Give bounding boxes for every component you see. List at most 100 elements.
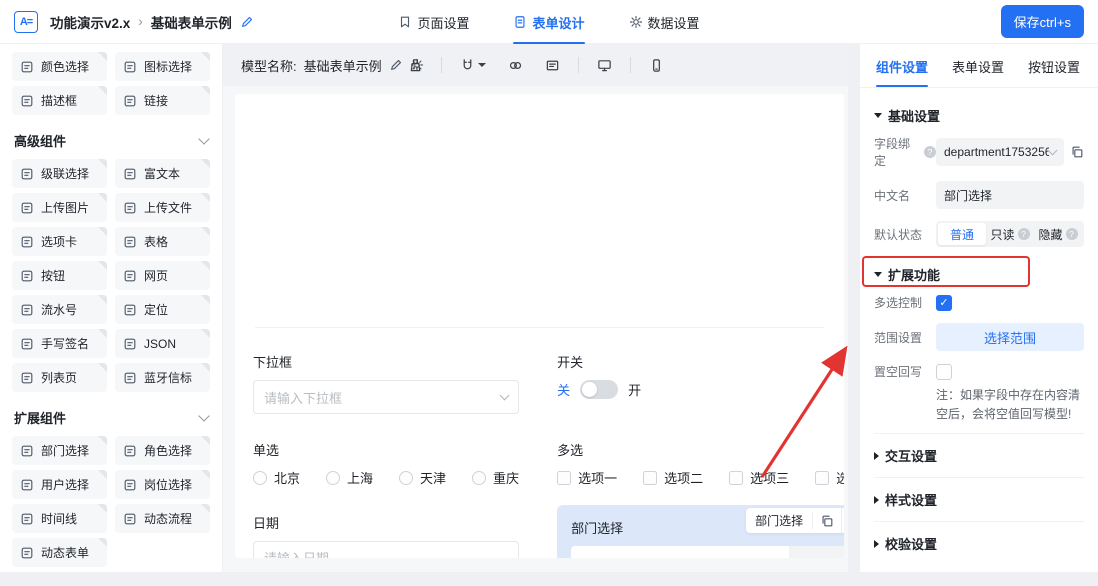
search-icon[interactable] <box>804 556 818 558</box>
switch-toggle[interactable] <box>580 380 619 399</box>
desktop-preview-icon[interactable] <box>593 54 616 77</box>
breadcrumb: 功能演示v2.x › 基础表单示例 <box>50 12 254 32</box>
select-range-button[interactable]: 选择范围 <box>936 323 1084 351</box>
settings-tab-1[interactable]: 表单设置 <box>952 44 1004 87</box>
dynamic-flow-icon <box>123 512 137 526</box>
sidebar-item-description-box[interactable]: 描述框 <box>12 86 107 115</box>
sidebar-item-list-page[interactable]: 列表页 <box>12 363 107 392</box>
multi-select-checkbox[interactable]: ✓ <box>936 294 952 311</box>
triangle-right-icon <box>874 539 879 548</box>
sidebar-item-upload-image[interactable]: 上传图片 <box>12 193 107 222</box>
edit-model-name-icon[interactable] <box>389 58 403 72</box>
sidebar-item-icon-picker[interactable]: 图标选择 <box>115 52 210 81</box>
department-input[interactable]: 请选择部门 <box>571 546 844 558</box>
sidebar-item-label: 动态流程 <box>144 512 193 526</box>
sidebar-item-label: 手写签名 <box>41 337 90 351</box>
checkbox-option[interactable]: 选项三 <box>729 468 789 487</box>
sidebar-item-bluetooth[interactable]: 蓝牙信标 <box>115 363 210 392</box>
sidebar-item-json[interactable]: JSON <box>115 329 210 358</box>
collapsed-section-交互设置[interactable]: 交互设置 <box>874 433 1084 477</box>
settings-tab-2[interactable]: 按钮设置 <box>1028 44 1080 87</box>
help-icon[interactable]: ? <box>924 146 936 158</box>
checkbox-option[interactable]: 选项一 <box>557 468 617 487</box>
cname-input[interactable] <box>936 181 1084 209</box>
collapsed-section-校验设置[interactable]: 校验设置 <box>874 521 1084 565</box>
link-relation-icon[interactable] <box>504 54 527 77</box>
field-bind-label: 字段绑定 <box>874 137 911 168</box>
sidebar-item-option-card[interactable]: 选项卡 <box>12 227 107 256</box>
sidebar-item-signature[interactable]: 手写签名 <box>12 329 107 358</box>
sidebar-item-button[interactable]: 按钮 <box>12 261 107 290</box>
clear-trash-icon[interactable] <box>832 556 844 558</box>
sidebar-item-dynamic-form[interactable]: 动态表单 <box>12 538 107 567</box>
field-department-selected[interactable]: 部门选择 部门选择 请选择部门 <box>557 505 844 558</box>
sidebar-group-header[interactable]: 扩展组件 <box>14 408 210 427</box>
tab-bookmark[interactable]: 页面设置 <box>398 0 469 44</box>
collapsed-section-样式设置[interactable]: 样式设置 <box>874 477 1084 521</box>
save-button[interactable]: 保存ctrl+s <box>1000 5 1084 38</box>
dropdown-select[interactable]: 请输入下拉框 <box>253 380 520 414</box>
magnet-snap-icon[interactable] <box>456 54 490 77</box>
state-option-普通[interactable]: 普通 <box>938 223 986 245</box>
section-extend-settings[interactable]: 扩展功能 <box>874 259 1084 294</box>
sidebar-item-location[interactable]: 定位 <box>115 295 210 324</box>
scan-code-icon[interactable] <box>541 54 564 77</box>
settings-tab-0[interactable]: 组件设置 <box>876 44 929 87</box>
sidebar-item-table[interactable]: 表格 <box>115 227 210 256</box>
field-dropdown[interactable]: 下拉框 请输入下拉框 <box>253 352 520 414</box>
sidebar-item-cascade-select[interactable]: 级联选择 <box>12 159 107 188</box>
checkbox-option[interactable]: 选项二 <box>643 468 703 487</box>
app-logo-icon[interactable]: A= <box>14 10 38 33</box>
sidebar-item-webpage[interactable]: 网页 <box>115 261 210 290</box>
copy-field-icon[interactable] <box>1070 145 1084 159</box>
radio-option[interactable]: 天津 <box>399 468 446 487</box>
clear-writeback-checkbox[interactable] <box>936 363 952 380</box>
sidebar-item-upload-file[interactable]: 上传文件 <box>115 193 210 222</box>
date-input[interactable] <box>253 541 520 558</box>
breadcrumb-app[interactable]: 功能演示v2.x <box>50 12 130 32</box>
field-bind-select[interactable]: department1753256 <box>936 138 1064 166</box>
delete-component-icon[interactable] <box>841 508 844 533</box>
sidebar-item-post-select[interactable]: 岗位选择 <box>115 470 210 499</box>
settings-tabs: 组件设置 表单设置 按钮设置 <box>860 44 1098 88</box>
sidebar-item-department-select[interactable]: 部门选择 <box>12 436 107 465</box>
empty-form-area[interactable] <box>255 98 824 328</box>
field-switch[interactable]: 开关 关 开 <box>557 352 844 414</box>
sidebar-item-rich-text[interactable]: 富文本 <box>115 159 210 188</box>
edit-title-icon[interactable] <box>240 15 254 29</box>
radio-option[interactable]: 北京 <box>253 468 300 487</box>
copy-component-icon[interactable] <box>813 508 841 533</box>
section-basic-settings[interactable]: 基础设置 <box>874 100 1084 135</box>
sidebar-group-header[interactable]: 高级组件 <box>14 131 210 150</box>
tab-label: 数据设置 <box>647 15 700 31</box>
field-checkbox[interactable]: 多选 选项一 选项二 选项三 选项四 <box>557 440 844 487</box>
document-icon <box>513 15 527 29</box>
toolbar-divider <box>440 57 442 73</box>
sidebar-item-role-select[interactable]: 角色选择 <box>115 436 210 465</box>
clear-canvas-icon[interactable] <box>404 54 427 77</box>
field-radio[interactable]: 单选 北京 上海 天津 重庆 <box>253 440 519 487</box>
sidebar-item-dynamic-flow[interactable]: 动态流程 <box>115 504 210 533</box>
radio-option[interactable]: 重庆 <box>472 468 519 487</box>
help-icon: ? <box>1065 228 1078 240</box>
mobile-preview-icon[interactable] <box>645 54 668 77</box>
sidebar-item-user-select[interactable]: 用户选择 <box>12 470 107 499</box>
field-date[interactable]: 日期 <box>253 513 520 558</box>
range-row: 范围设置 选择范围 <box>874 323 1084 351</box>
state-option-label: 普通 <box>949 227 974 242</box>
tab-document[interactable]: 表单设计 <box>513 0 585 44</box>
breadcrumb-page[interactable]: 基础表单示例 <box>151 12 232 32</box>
checkbox-option[interactable]: 选项四 <box>815 468 844 487</box>
state-option-隐藏[interactable]: 隐藏? <box>1034 223 1082 245</box>
sidebar-item-timeline[interactable]: 时间线 <box>12 504 107 533</box>
field-label: 开关 <box>557 355 584 370</box>
sidebar-item-label: JSON <box>144 336 177 351</box>
sidebar-item-color-picker[interactable]: 颜色选择 <box>12 52 107 81</box>
state-option-只读[interactable]: 只读? <box>986 223 1034 245</box>
sidebar-item-link[interactable]: 链接 <box>115 86 210 115</box>
radio-option[interactable]: 上海 <box>326 468 373 487</box>
tab-gear[interactable]: 数据设置 <box>629 0 700 44</box>
signature-icon <box>20 337 34 351</box>
sidebar-item-label: 流水号 <box>41 303 78 317</box>
sidebar-item-serial-number[interactable]: 流水号 <box>12 295 107 324</box>
